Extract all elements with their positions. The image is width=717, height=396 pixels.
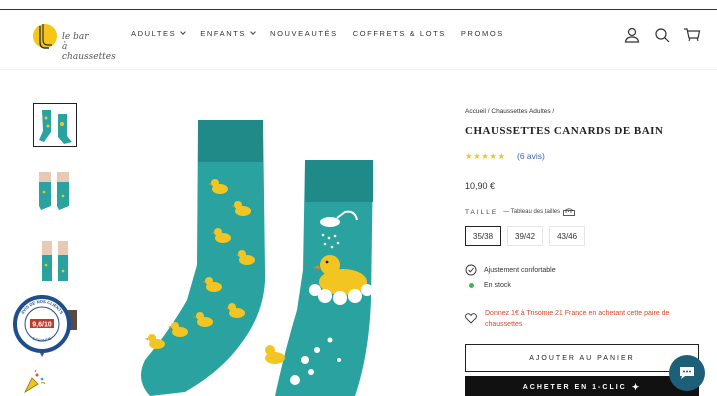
size-label: TAILLE (465, 208, 499, 216)
size-guide-link[interactable]: — Tableau des tailles (503, 209, 560, 215)
chevron-down-icon (250, 29, 256, 35)
donation-text: Donnez 1€ à Trisomie 21 France en acheta… (485, 310, 670, 328)
logo[interactable]: le bar à chaussettes (31, 20, 121, 62)
size-option-35-38[interactable]: 35/38 (465, 226, 502, 246)
search-icon[interactable] (653, 26, 671, 44)
site-header: le bar à chaussettes ADULTES ENFANTS NOU… (0, 10, 717, 70)
stock-status-text: En stock (484, 282, 511, 289)
party-popper-icon[interactable] (22, 370, 46, 394)
add-to-cart-button[interactable]: AJOUTER AU PANIER (465, 344, 699, 372)
nav-promos-label: PROMOS (460, 29, 504, 38)
buy-one-click-label: ACHETER EN 1-CLIC (522, 384, 627, 391)
heart-icon (465, 313, 477, 324)
sparkle-icon: ✦ (631, 382, 642, 392)
stock-status: En stock (465, 282, 511, 289)
donation-note: Donnez 1€ à Trisomie 21 France en acheta… (465, 308, 705, 330)
nav-adultes[interactable]: ADULTES (131, 29, 187, 38)
nav-enfants[interactable]: ENFANTS (200, 29, 256, 38)
buy-one-click-button[interactable]: ACHETER EN 1-CLIC ✦ (465, 376, 699, 396)
size-option-43-46[interactable]: 43/46 (549, 226, 586, 246)
ruler-icon (563, 208, 576, 216)
nav-enfants-label: ENFANTS (200, 29, 247, 38)
nav-nouveautes-label: NOUVEAUTÉS (270, 29, 338, 38)
chat-button[interactable] (669, 355, 705, 391)
logo-line-2: à chaussettes (62, 42, 116, 62)
thumbnail-socks-image (34, 104, 76, 146)
thumbnail-legs-image (33, 241, 77, 285)
reviews-link[interactable]: (6 avis) (517, 151, 545, 161)
check-circle-icon (465, 264, 477, 276)
nav-coffrets-label: COFFRETS & LOTS (352, 29, 446, 38)
nav-adultes-label: ADULTES (131, 29, 177, 38)
stock-dot-icon (469, 283, 474, 288)
breadcrumb[interactable]: Accueil / Chaussettes Adultes / (465, 108, 554, 115)
thumbnail-1[interactable] (33, 103, 77, 147)
product-price: 10,90 € (465, 181, 496, 191)
main-nav: ADULTES ENFANTS NOUVEAUTÉS COFFRETS & LO… (131, 29, 504, 38)
size-header: TAILLE — Tableau des tailles (465, 208, 576, 216)
nav-promos[interactable]: PROMOS (461, 29, 504, 38)
chat-icon (680, 367, 694, 379)
account-icon[interactable] (623, 26, 641, 44)
rating-stars[interactable]: ★★★★★ (465, 151, 506, 162)
thumbnail-2[interactable] (33, 172, 77, 216)
product-title: CHAUSSETTES CANARDS DE BAIN (465, 125, 664, 137)
feature-comfort: Ajustement confortable (465, 264, 556, 276)
thumbnail-worn-image (33, 172, 77, 216)
logo-icon (33, 24, 57, 49)
nav-nouveautes[interactable]: NOUVEAUTÉS (270, 29, 338, 38)
reviews-badge[interactable]: 9,6/10 AVIS DE NOS CLIENTS GARANTIE (13, 295, 71, 360)
header-icons (623, 26, 701, 44)
thumbnail-3[interactable] (33, 241, 77, 285)
product-main-image[interactable] (125, 110, 405, 396)
chevron-down-icon (180, 29, 187, 35)
nav-coffrets-lots[interactable]: COFFRETS & LOTS (353, 29, 446, 38)
feature-comfort-text: Ajustement confortable (484, 266, 556, 274)
badge-score: 9,6/10 (32, 322, 52, 329)
logo-line-1: le bar (62, 32, 89, 42)
cart-icon[interactable] (683, 26, 701, 44)
size-options: 35/38 39/42 43/46 (465, 226, 586, 246)
size-option-39-42[interactable]: 39/42 (507, 226, 544, 246)
